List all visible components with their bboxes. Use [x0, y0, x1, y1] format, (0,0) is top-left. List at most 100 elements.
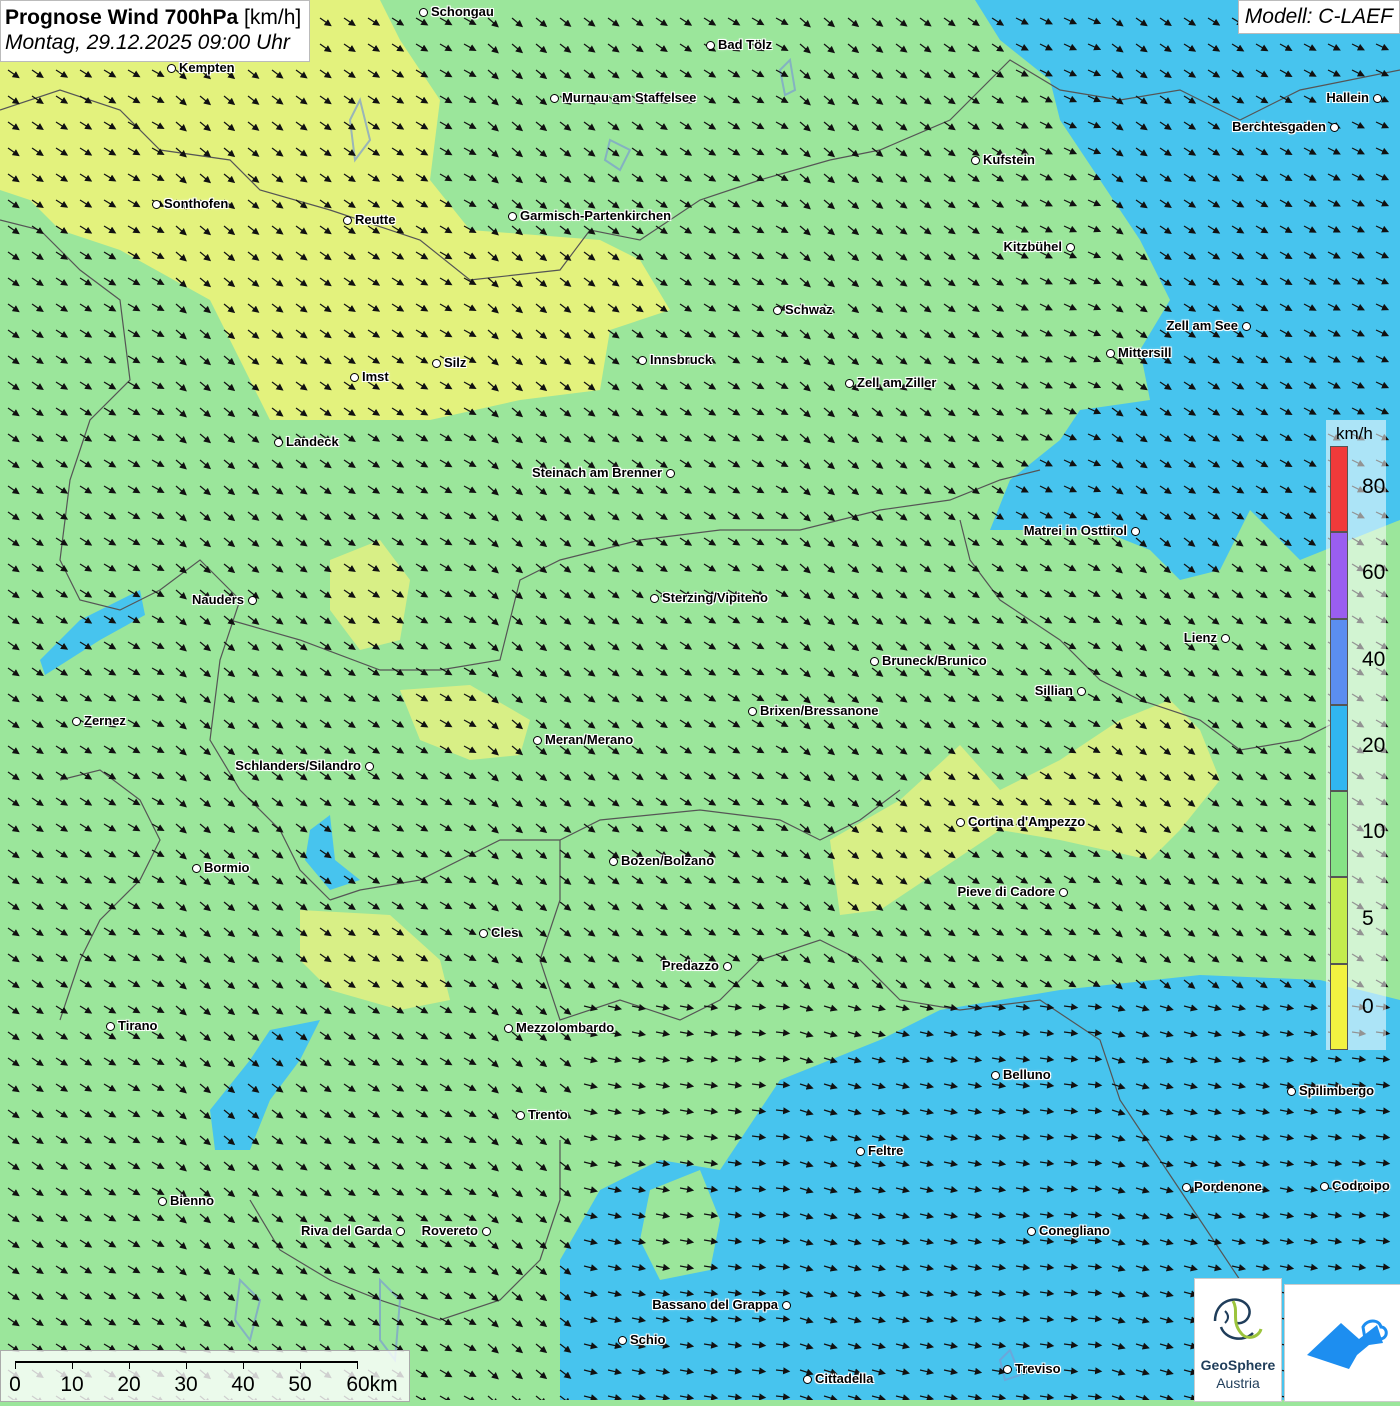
city-marker — [504, 1024, 513, 1033]
city-label: Mezzolombardo — [516, 1020, 615, 1035]
city-marker — [1287, 1087, 1296, 1096]
legend-label: 80 — [1362, 475, 1386, 499]
city-label: Silz — [444, 355, 467, 370]
city-marker — [419, 8, 428, 17]
city-label: Pordenone — [1194, 1179, 1262, 1194]
city-marker — [1373, 94, 1382, 103]
city-marker — [1242, 322, 1251, 331]
city-marker — [482, 1227, 491, 1236]
city-label: Cortina d'Ampezzo — [968, 814, 1086, 829]
city-marker — [72, 717, 81, 726]
city-label: Zell am Ziller — [857, 375, 937, 390]
legend-label: 20 — [1362, 734, 1386, 757]
city-label: Bruneck/Brunico — [882, 653, 987, 668]
city-label: Schwaz — [785, 302, 833, 317]
city-marker — [106, 1022, 115, 1031]
city-marker — [971, 156, 980, 165]
city-label: Reutte — [355, 212, 396, 227]
city-marker — [650, 594, 659, 603]
geosphere-name: GeoSphere — [1200, 1357, 1276, 1373]
forecast-datetime: Montag, 29.12.2025 09:00 Uhr — [5, 31, 290, 55]
weather-app-logo[interactable] — [1284, 1284, 1400, 1402]
scale-bar: 0 10 20 30 40 50 60km — [0, 1350, 410, 1402]
city-label: Matrei in Osttirol — [1023, 523, 1127, 538]
city-marker — [516, 1111, 525, 1120]
city-label: Tirano — [118, 1018, 158, 1033]
legend-swatch — [1330, 704, 1348, 792]
city-marker — [618, 1336, 627, 1345]
city-marker — [1077, 687, 1086, 696]
city-label: Berchtesgaden — [1232, 119, 1326, 134]
city-marker — [508, 212, 517, 221]
map-title-unit: [km/h] — [244, 6, 302, 29]
geosphere-logo[interactable]: GeoSphere Austria — [1194, 1278, 1282, 1402]
city-marker — [479, 929, 488, 938]
city-marker — [432, 359, 441, 368]
city-label: Bozen/Bolzano — [621, 853, 715, 868]
city-label: Kitzbühel — [1003, 239, 1063, 254]
city-label: Imst — [362, 369, 389, 384]
city-label: Bad Tölz — [718, 37, 773, 52]
scale-tick — [129, 1361, 130, 1369]
city-marker — [1059, 888, 1068, 897]
city-label: Schongau — [431, 4, 494, 19]
city-marker — [550, 94, 559, 103]
city-label: Belluno — [1003, 1067, 1051, 1082]
city-label: Garmisch-Partenkirchen — [520, 208, 672, 223]
city-label: Treviso — [1015, 1361, 1061, 1376]
city-label: Bienno — [170, 1193, 215, 1208]
wetter-app-icon — [1307, 1319, 1388, 1369]
city-marker — [343, 216, 352, 225]
city-label: Schlanders/Silandro — [235, 758, 361, 773]
city-marker — [248, 596, 257, 605]
scale-tick — [186, 1361, 187, 1369]
legend-swatch — [1330, 963, 1348, 1050]
city-marker — [1131, 527, 1140, 536]
city-marker — [748, 707, 757, 716]
city-marker — [638, 356, 647, 365]
legend-swatch — [1330, 791, 1348, 878]
city-marker — [1330, 123, 1339, 132]
city-label: Riva del Garda — [300, 1223, 392, 1238]
city-marker — [856, 1147, 865, 1156]
city-marker — [1027, 1227, 1036, 1236]
legend-label: 0 — [1362, 994, 1374, 1018]
scale-label: 60km — [346, 1373, 398, 1396]
city-marker — [666, 469, 675, 478]
color-legend: km/h 0 5 10 20 40 60 80 — [1326, 420, 1386, 1050]
legend-unit: km/h — [1336, 424, 1373, 443]
city-label: Meran/Merano — [545, 732, 634, 747]
city-marker — [350, 373, 359, 382]
city-marker — [609, 857, 618, 866]
city-marker — [706, 41, 715, 50]
city-label: Brixen/Bressanone — [760, 703, 879, 718]
city-marker — [1182, 1183, 1191, 1192]
map-title-box: Prognose Wind 700hPa [km/h] Montag, 29.1… — [0, 0, 311, 63]
city-marker — [782, 1301, 791, 1310]
city-label: Nauders — [191, 592, 244, 607]
scale-tick — [15, 1361, 16, 1369]
city-marker — [773, 306, 782, 315]
scale-label: 40 — [231, 1373, 255, 1396]
city-label: Sillian — [1034, 683, 1073, 698]
city-label: Mittersill — [1118, 345, 1172, 360]
scale-label: 0 — [9, 1373, 21, 1396]
city-marker — [1320, 1182, 1329, 1191]
scale-tick — [300, 1361, 301, 1369]
city-marker — [870, 657, 879, 666]
city-marker — [152, 200, 161, 209]
city-label: Conegliano — [1039, 1223, 1110, 1238]
city-label: Bormio — [204, 860, 250, 875]
geosphere-mark-icon — [1213, 1298, 1263, 1340]
city-label: Trento — [528, 1107, 568, 1122]
scale-tick — [357, 1361, 358, 1369]
city-label: Steinach am Brenner — [531, 465, 662, 480]
model-label: Modell: C-LAEF — [1237, 0, 1400, 34]
legend-swatch — [1330, 532, 1348, 619]
city-label: Kempten — [179, 60, 235, 75]
legend-label: 5 — [1362, 906, 1374, 930]
city-label: Schio — [630, 1332, 666, 1347]
scale-label: 50 — [288, 1373, 312, 1396]
city-label: Hallein — [1326, 90, 1369, 105]
legend-swatch — [1330, 618, 1348, 705]
